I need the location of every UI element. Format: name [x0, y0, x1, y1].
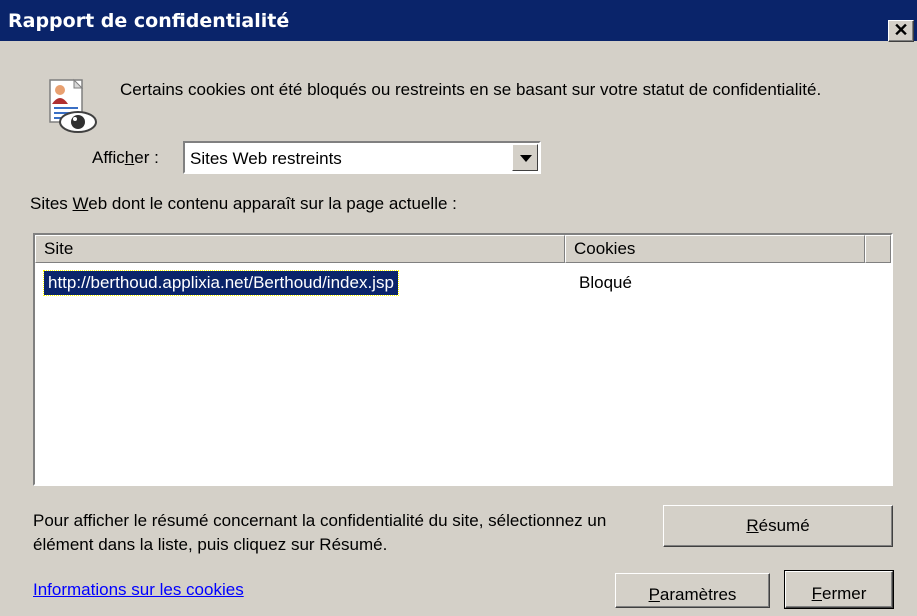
sites-list-label: Sites Web dont le contenu apparaît sur l…	[30, 194, 457, 213]
dropdown-button[interactable]	[512, 144, 538, 171]
summary-instructions: Pour afficher le résumé concernant la co…	[33, 511, 607, 554]
fermer-button[interactable]: Fermer	[784, 570, 894, 609]
close-button[interactable]: ✕	[888, 20, 914, 42]
filter-select[interactable]: Sites Web restreints	[183, 141, 541, 174]
list-item-cookies[interactable]: Bloqué	[579, 273, 632, 293]
parametres-button[interactable]: Paramètres	[615, 573, 770, 608]
column-header-cookies[interactable]: Cookies	[565, 235, 865, 263]
chevron-down-icon	[520, 155, 532, 162]
column-header-site[interactable]: Site	[35, 235, 565, 263]
cookies-info-link[interactable]: Informations sur les cookies	[33, 580, 244, 600]
filter-select-value: Sites Web restreints	[190, 149, 342, 168]
column-header-filler	[865, 235, 891, 263]
list-item-site[interactable]: http://berthoud.applixia.net/Berthoud/in…	[43, 270, 399, 296]
resume-button[interactable]: Résumé	[663, 505, 893, 547]
close-icon: ✕	[893, 20, 909, 40]
window-title: Rapport de confidentialité	[8, 10, 290, 32]
info-message: Certains cookies ont été bloqués ou rest…	[120, 80, 822, 99]
filter-label: Afficher :	[92, 148, 159, 167]
title-bar: Rapport de confidentialité	[0, 0, 917, 41]
sites-list[interactable]: Site Cookies http://berthoud.applixia.ne…	[33, 233, 893, 486]
privacy-report-icon	[49, 78, 97, 133]
